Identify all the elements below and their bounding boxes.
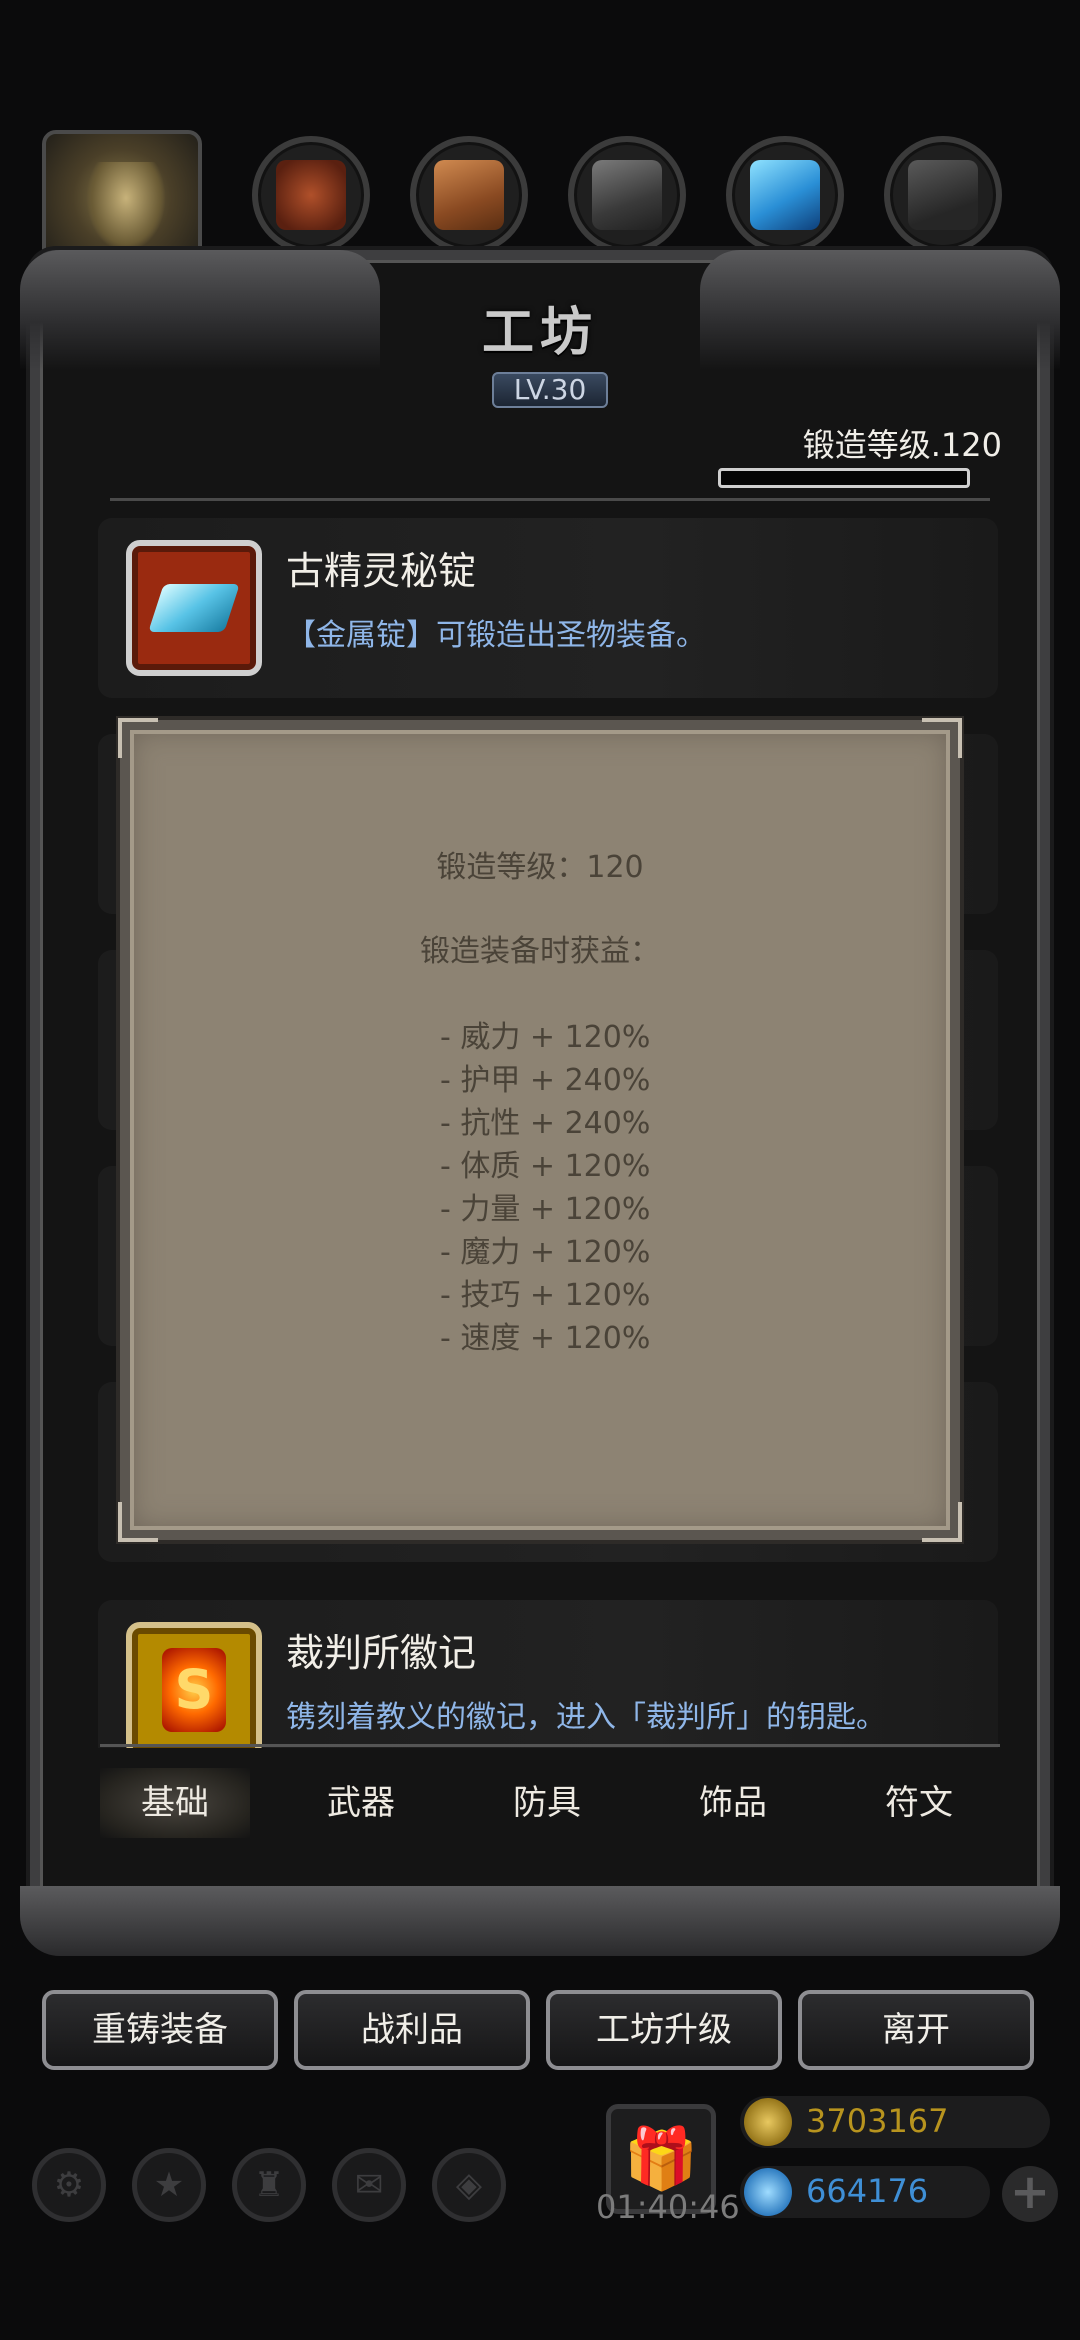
gift-timer: 01:40:46 xyxy=(596,2188,740,2226)
tab-armor[interactable]: 防具 xyxy=(472,1768,622,1838)
tooltip-stat: - 抗性 + 240% xyxy=(440,1106,651,1141)
divider xyxy=(110,498,990,501)
workshop-level-badge: LV.30 xyxy=(492,372,608,408)
list-item[interactable]: 古精灵秘锭 【金属锭】可锻造出圣物装备。 xyxy=(98,518,998,698)
mail-icon[interactable]: ✉ xyxy=(332,2148,406,2222)
tooltip-stat: - 威力 + 120% xyxy=(440,1020,651,1055)
forge-progress-bar xyxy=(718,468,970,488)
category-tabs: 基础 武器 防具 饰品 符文 xyxy=(100,1768,1000,1838)
item-description: 镌刻着教义的徽记，进入「裁判所」的钥匙。 xyxy=(286,1700,886,1735)
inventory-icon[interactable]: ◈ xyxy=(432,2148,506,2222)
tooltip-gain-header: 锻造装备时获益： xyxy=(420,934,660,969)
gold-counter[interactable]: 3703167 xyxy=(740,2096,1050,2148)
achievement-icon[interactable]: ★ xyxy=(132,2148,206,2222)
panel-bottom-ornament xyxy=(20,1886,1060,1956)
forge-level-label: 锻造等级.120 xyxy=(802,426,1002,464)
tooltip-stat: - 护甲 + 240% xyxy=(440,1063,651,1098)
item-name: 古精灵秘锭 xyxy=(286,549,477,593)
reforge-button[interactable]: 重铸装备 xyxy=(42,1990,278,2070)
frame-ornament-left xyxy=(20,250,380,370)
list-item[interactable]: S 裁判所徽记 镌刻着教义的徽记，进入「裁判所」的钥匙。 xyxy=(98,1600,998,1748)
gold-coin-icon xyxy=(744,2098,792,2146)
leave-button[interactable]: 离开 xyxy=(798,1990,1034,2070)
tab-weapons[interactable]: 武器 xyxy=(286,1768,436,1838)
tooltip-stat: - 速度 + 120% xyxy=(440,1321,651,1356)
tab-accessories[interactable]: 饰品 xyxy=(658,1768,808,1838)
iron-resource-icon[interactable] xyxy=(568,136,686,254)
forge-level-tooltip[interactable]: 锻造等级：120 锻造装备时获益： - 威力 + 120% - 护甲 + 240… xyxy=(118,718,962,1542)
tab-runes[interactable]: 符文 xyxy=(844,1768,994,1838)
loot-button[interactable]: 战利品 xyxy=(294,1990,530,2070)
tooltip-forge-level: 锻造等级：120 xyxy=(436,850,644,885)
wood-resource-icon[interactable] xyxy=(410,136,528,254)
title-plate: 工坊 xyxy=(420,290,660,370)
tooltip-stat: - 力量 + 120% xyxy=(440,1192,651,1227)
item-name: 裁判所徽记 xyxy=(286,1631,477,1675)
frame-ornament-right xyxy=(700,250,1060,370)
settings-gear-icon[interactable]: ⚙ xyxy=(32,2148,106,2222)
tooltip-stat: - 魔力 + 120% xyxy=(440,1235,651,1270)
emblem-icon: S xyxy=(126,1622,262,1748)
item-description: 【金属锭】可锻造出圣物装备。 xyxy=(286,618,706,653)
workshop-upgrade-button[interactable]: 工坊升级 xyxy=(546,1990,782,2070)
steel-resource-icon[interactable] xyxy=(884,136,1002,254)
metal-ingot-icon xyxy=(126,540,262,676)
add-gems-button[interactable]: + xyxy=(1002,2166,1058,2222)
leather-resource-icon[interactable] xyxy=(252,136,370,254)
tab-basic[interactable]: 基础 xyxy=(100,1768,250,1838)
gem-amount: 664176 xyxy=(806,2172,929,2210)
gem-counter[interactable]: 664176 xyxy=(740,2166,990,2218)
tabs-divider xyxy=(100,1744,1000,1747)
tooltip-stat: - 体质 + 120% xyxy=(440,1149,651,1184)
crystal-resource-icon[interactable] xyxy=(726,136,844,254)
gold-amount: 3703167 xyxy=(806,2102,949,2140)
shop-icon[interactable]: ♜ xyxy=(232,2148,306,2222)
gem-icon xyxy=(744,2168,792,2216)
tooltip-stat: - 技巧 + 120% xyxy=(440,1278,651,1313)
panel-title: 工坊 xyxy=(481,302,598,363)
